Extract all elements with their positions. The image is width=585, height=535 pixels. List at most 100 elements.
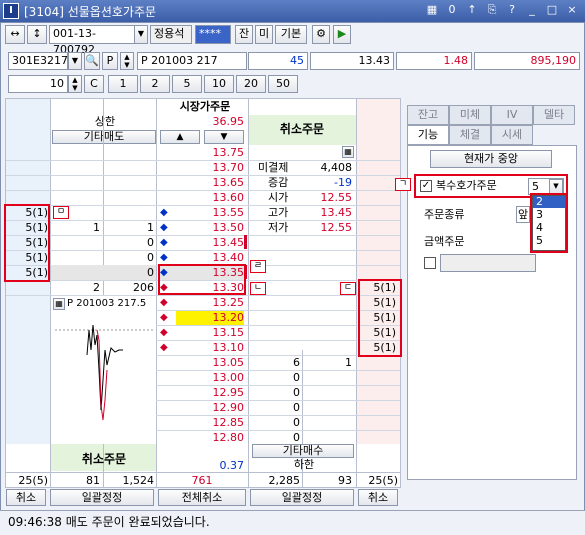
chart-toggle-icon[interactable]: ▦ <box>53 298 65 310</box>
tab-function[interactable]: 기능 <box>407 125 449 145</box>
total-sell-a: 81 <box>86 474 100 487</box>
sell-qty-b: 0 <box>147 266 154 279</box>
zero-icon[interactable]: 0 <box>445 3 459 17</box>
code-field[interactable]: 301E3217 <box>8 52 68 70</box>
center-price-button[interactable]: 현재가 중앙 <box>430 150 552 168</box>
price-row[interactable]: 13.60 <box>160 190 245 205</box>
basic-button[interactable]: 기본 <box>275 25 307 44</box>
price-row[interactable]: 12.80 <box>160 430 245 445</box>
total-buy-b: 93 <box>338 474 352 487</box>
qty-button-1[interactable]: 1 <box>108 75 138 93</box>
p-button[interactable]: P <box>102 52 118 70</box>
price-row[interactable]: 13.50 <box>160 220 245 235</box>
price-row[interactable]: 12.95 <box>160 385 245 400</box>
buy-marker-icon[interactable]: ◆ <box>160 340 168 355</box>
tab-fill[interactable]: 체결 <box>449 125 491 145</box>
sell-marker-icon[interactable]: ◆ <box>160 220 168 235</box>
tab-balance[interactable]: 잔고 <box>407 105 449 125</box>
account-field[interactable]: 001-13-700792 <box>49 25 135 56</box>
clear-button[interactable]: C <box>84 75 104 93</box>
arrow-v-icon[interactable]: ↕ <box>27 25 47 44</box>
sell-qty-b: 0 <box>147 236 154 249</box>
buy-qty-a: 0 <box>293 401 300 414</box>
price-row[interactable]: 13.10 <box>160 340 245 355</box>
scroll-up-icon[interactable]: ▲ <box>160 130 200 144</box>
buy-marker-icon[interactable]: ◆ <box>160 310 168 325</box>
close-icon[interactable]: × <box>565 3 579 17</box>
qty-field[interactable]: 10 <box>8 75 68 93</box>
sell-marker-icon[interactable]: ◆ <box>160 205 168 220</box>
price-row[interactable]: 13.00 <box>160 370 245 385</box>
total-right-orders: 25(5) <box>368 474 398 487</box>
info-toggle-icon[interactable]: ▦ <box>342 146 354 158</box>
spin-icon[interactable]: ▲ ▼ <box>120 52 134 70</box>
qty-button-10[interactable]: 10 <box>204 75 234 93</box>
arrow-h-icon[interactable]: ↔ <box>5 25 25 44</box>
run-icon[interactable]: ▶ <box>333 25 351 44</box>
buy-qty-a: 6 <box>293 356 300 369</box>
sell-marker-icon[interactable]: ◆ <box>160 235 168 250</box>
tab-delta[interactable]: 델타 <box>533 105 575 125</box>
price-row[interactable]: 12.85 <box>160 415 245 430</box>
amount-order-checkbox[interactable] <box>424 257 436 269</box>
amount-order-field[interactable] <box>440 254 536 272</box>
unfilled-button[interactable]: 미 <box>255 25 273 44</box>
password-field[interactable]: **** <box>195 25 231 44</box>
code-dropdown-icon[interactable]: ▼ <box>68 52 82 70</box>
total-center: 761 <box>191 474 213 487</box>
buy-other-button[interactable]: 기타매수 <box>252 444 354 458</box>
maximize-icon[interactable]: □ <box>545 3 559 17</box>
buy-marker-icon[interactable]: ◆ <box>160 325 168 340</box>
price-row[interactable]: 12.90 <box>160 400 245 415</box>
minimize-icon[interactable]: _ <box>525 3 539 17</box>
grid-icon[interactable]: ▦ <box>425 3 439 17</box>
qty-button-2[interactable]: 2 <box>140 75 170 93</box>
price-row[interactable]: 13.75 <box>160 145 245 160</box>
price-row[interactable]: 13.15 <box>160 325 245 340</box>
order-type-select[interactable]: 앞 <box>516 206 530 223</box>
account-dropdown-icon[interactable]: ▼ <box>134 25 148 44</box>
cancel-left-button[interactable]: 취소 <box>6 489 46 506</box>
price-row-current[interactable]: 13.20 <box>176 310 244 325</box>
tab-quote[interactable]: 시세 <box>491 125 533 145</box>
board-title[interactable]: 시장가주문 <box>160 99 250 114</box>
sell-marker-icon[interactable]: ◆ <box>160 250 168 265</box>
bottom-price: 0.37 <box>219 459 245 472</box>
pin-icon[interactable]: ↑ <box>465 3 479 17</box>
buy-marker-icon[interactable]: ◆ <box>160 295 168 310</box>
tab-iv[interactable]: IV <box>491 105 533 125</box>
title-bar: I [3104] 선물옵션호가주문 ▦ 0 ↑ ⎘ ? _ □ × <box>0 0 585 22</box>
cancel-all-button[interactable]: 전체취소 <box>158 489 246 506</box>
qty-spin-icon[interactable]: ▲ ▼ <box>68 75 82 93</box>
link-icon[interactable]: ⎘ <box>485 3 499 17</box>
settings-icon[interactable]: ⚙ <box>312 25 330 44</box>
qty-button-5[interactable]: 5 <box>172 75 202 93</box>
price-row[interactable]: 13.70 <box>160 160 245 175</box>
qty-button-20[interactable]: 20 <box>236 75 266 93</box>
balance-button[interactable]: 잔 <box>235 25 253 44</box>
qty-button-50[interactable]: 50 <box>268 75 298 93</box>
multi-order-checkbox[interactable]: ✓ <box>420 180 432 192</box>
order-type-label: 주문종류 <box>424 208 465 221</box>
search-icon[interactable]: 🔍 <box>84 52 100 70</box>
price-row[interactable]: 13.45 <box>160 235 245 250</box>
scroll-down-icon[interactable]: ▼ <box>204 130 244 144</box>
bulk-modify-left-button[interactable]: 일괄정정 <box>50 489 154 506</box>
price-row[interactable]: 13.25 <box>160 295 245 310</box>
price-row[interactable]: 13.65 <box>160 175 245 190</box>
price-row[interactable]: 13.05 <box>160 355 245 370</box>
total-sell-b: 1,524 <box>122 474 155 487</box>
price-row[interactable]: 13.55 <box>160 205 245 220</box>
chevron-down-icon[interactable]: ▼ <box>549 179 563 194</box>
bulk-modify-right-button[interactable]: 일괄정정 <box>250 489 354 506</box>
price-row[interactable]: 13.40 <box>160 250 245 265</box>
sell-other-button[interactable]: 기타매도 <box>52 130 156 144</box>
cancel-order-top[interactable]: 취소주문 <box>250 122 354 137</box>
annotation-box-dropdown <box>530 193 568 253</box>
cancel-order-bottom[interactable]: 취소주문 <box>52 452 156 467</box>
cancel-right-button[interactable]: 취소 <box>358 489 398 506</box>
tab-unfilled[interactable]: 미체 <box>449 105 491 125</box>
help-icon[interactable]: ? <box>505 3 519 17</box>
value-3: 1.48 <box>396 52 472 70</box>
total-left-orders: 25(5) <box>18 474 48 487</box>
